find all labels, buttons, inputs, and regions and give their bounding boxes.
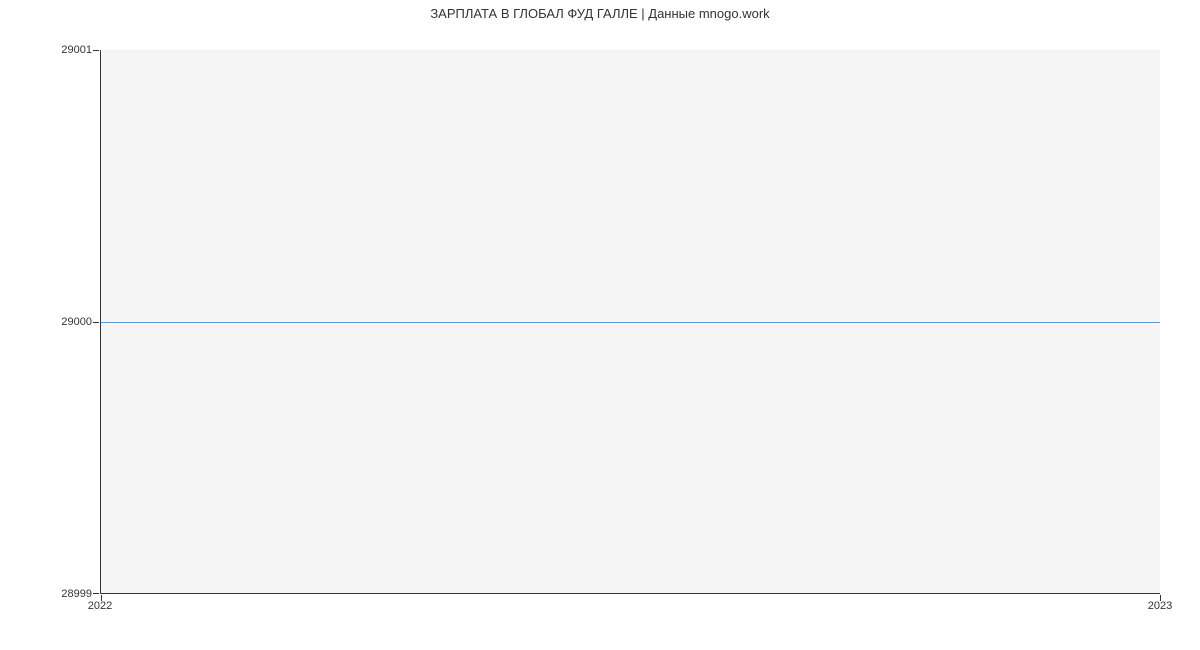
x-axis-label: 2023 bbox=[1148, 600, 1172, 612]
plot-area bbox=[100, 50, 1160, 594]
chart-title: ЗАРПЛАТА В ГЛОБАЛ ФУД ГАЛЛЕ | Данные mno… bbox=[0, 6, 1200, 21]
y-axis-label: 29001 bbox=[61, 44, 92, 56]
data-line bbox=[101, 322, 1160, 323]
y-tick bbox=[93, 322, 99, 323]
y-tick bbox=[93, 50, 99, 51]
x-axis-label: 2022 bbox=[88, 600, 112, 612]
y-tick bbox=[93, 593, 99, 594]
y-axis-label: 28999 bbox=[61, 588, 92, 600]
y-axis-label: 29000 bbox=[61, 316, 92, 328]
